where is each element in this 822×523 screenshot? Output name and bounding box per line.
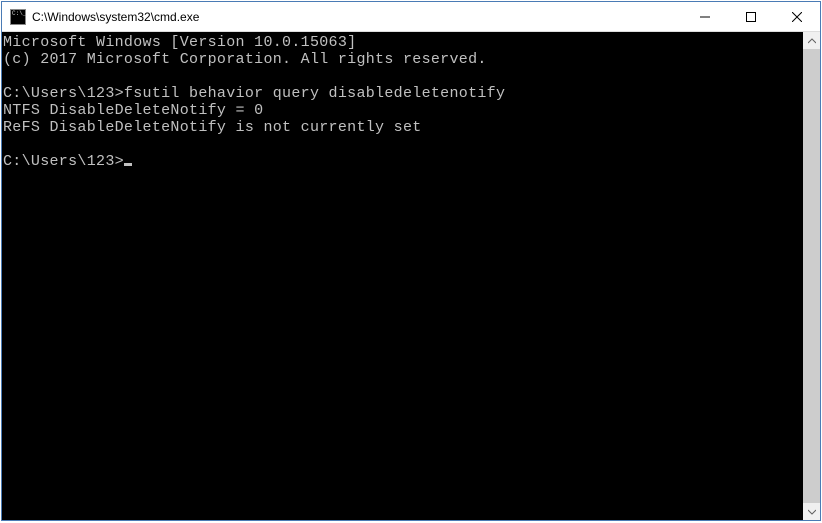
close-button[interactable] (774, 2, 820, 31)
terminal-area: Microsoft Windows [Version 10.0.15063] (… (2, 32, 820, 520)
terminal-prompt: C:\Users\123> (3, 153, 124, 170)
minimize-button[interactable] (682, 2, 728, 31)
window-controls (682, 2, 820, 31)
chevron-up-icon (808, 37, 816, 45)
titlebar[interactable]: C:\Windows\system32\cmd.exe (2, 2, 820, 32)
chevron-down-icon (808, 508, 816, 516)
terminal-line: Microsoft Windows [Version 10.0.15063] (3, 34, 356, 51)
terminal-line: ReFS DisableDeleteNotify is not currentl… (3, 119, 422, 136)
maximize-icon (746, 12, 756, 22)
terminal-prompt: C:\Users\123> (3, 85, 124, 102)
terminal-line: NTFS DisableDeleteNotify = 0 (3, 102, 263, 119)
terminal-cursor (124, 163, 132, 166)
vertical-scrollbar[interactable] (803, 32, 820, 520)
scrollbar-down-button[interactable] (803, 503, 820, 520)
maximize-button[interactable] (728, 2, 774, 31)
close-icon (792, 12, 802, 22)
minimize-icon (700, 12, 710, 22)
scrollbar-track[interactable] (803, 49, 820, 503)
scrollbar-up-button[interactable] (803, 32, 820, 49)
cmd-window: C:\Windows\system32\cmd.exe Microsoft Wi (1, 1, 821, 521)
scrollbar-thumb[interactable] (803, 49, 820, 503)
terminal-line: (c) 2017 Microsoft Corporation. All righ… (3, 51, 487, 68)
window-title: C:\Windows\system32\cmd.exe (32, 10, 682, 24)
cmd-icon (10, 9, 26, 25)
terminal-output[interactable]: Microsoft Windows [Version 10.0.15063] (… (2, 32, 803, 520)
terminal-command: fsutil behavior query disabledeletenotif… (124, 85, 505, 102)
